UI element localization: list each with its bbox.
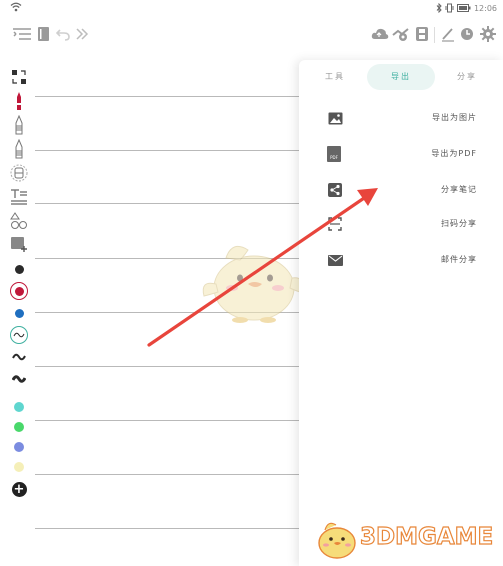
color-swatch [14,286,24,296]
scan-share-item[interactable]: 扫码分享 [299,210,503,240]
selected-ring [10,282,28,300]
export-panel: 工具 导出 分享 导出为图片 PDF 导出为PDF 分享笔记 扫码分享 邮件分享 [299,60,503,566]
notebook-icon[interactable] [34,24,54,44]
color-black-1[interactable] [8,258,30,280]
text-icon[interactable] [8,186,30,208]
add-label: + [13,481,25,497]
color-swatch [14,422,24,432]
panel-tabs: 工具 导出 分享 [299,60,503,92]
toolbar-divider [434,27,435,43]
email-share-item[interactable]: 邮件分享 [299,246,503,276]
menu-item-label: 扫码分享 [441,219,477,228]
tab-tools[interactable]: 工具 [303,60,367,92]
mail-icon [327,252,343,268]
color-green[interactable] [8,416,30,438]
history-icon[interactable] [457,24,477,44]
status-bar: 12:06 [0,0,503,16]
stroke-thin-icon[interactable] [8,324,30,346]
page-line [35,150,299,151]
fountain-pen-icon[interactable] [8,138,30,160]
bluetooth-icon [436,3,442,13]
share-note-item[interactable]: 分享笔记 [299,176,503,206]
color-blue[interactable] [8,302,30,324]
pdf-icon: PDF [327,146,341,162]
watermark-mascot-icon [318,522,356,559]
pen-icon[interactable] [438,24,458,44]
marker-pen-icon[interactable] [8,90,30,112]
battery-icon [456,4,471,12]
pdf-icon-text: PDF [330,154,338,160]
add-icon: + [11,481,27,497]
gear-icon[interactable] [478,24,498,44]
menu-item-label: 导出为图片 [432,113,477,122]
share-icon [327,182,343,198]
vibrate-icon [445,3,454,13]
color-swatch [14,402,24,412]
page-line [35,203,299,204]
color-cream[interactable] [8,456,30,478]
qr-scan-icon [327,216,343,232]
image-icon [327,110,343,126]
status-time: 12:06 [473,3,497,13]
menu-item-label: 邮件分享 [441,255,477,264]
color-crimson[interactable] [8,280,30,302]
lasso-icon[interactable] [8,66,30,88]
selected-ring [10,326,28,344]
watermark-text: 3DMGAME [359,523,494,550]
menu-item-label: 分享笔记 [441,185,477,194]
expand-icon[interactable] [72,24,92,44]
export-as-pdf-item[interactable]: PDF 导出为PDF [299,140,503,170]
undo-icon[interactable] [53,24,73,44]
image-insert-icon[interactable] [8,234,30,256]
color-teal[interactable] [8,396,30,418]
page-line [35,528,299,529]
top-toolbar [0,16,503,54]
color-swatch [14,462,24,472]
page-line [35,420,299,421]
pencil-icon[interactable] [8,114,30,136]
color-periwinkle[interactable] [8,436,30,458]
wifi-icon [10,2,22,12]
eraser-icon[interactable] [8,162,30,184]
export-as-image-item[interactable]: 导出为图片 [299,104,503,134]
page-line [35,366,299,367]
mascot-illustration [202,245,303,323]
stroke-medium-icon[interactable] [8,346,30,368]
save-icon[interactable] [412,24,432,44]
tab-share[interactable]: 分享 [435,60,499,92]
color-swatch [14,442,24,452]
color-swatch [14,264,24,274]
shapes-icon[interactable] [8,210,30,232]
settings-share-icon[interactable] [391,24,411,44]
status-indicators: 12:06 [436,2,497,14]
tool-column: + [0,58,38,508]
add-color-button[interactable]: + [8,478,30,500]
stroke-thick-icon[interactable] [8,368,30,390]
watermark-logo: 3DMGAME [308,514,500,562]
toc-icon[interactable] [12,24,32,44]
cloud-sync-icon[interactable] [370,24,390,44]
color-swatch [14,308,24,318]
menu-item-label: 导出为PDF [431,149,477,158]
page-line [35,96,299,97]
page-line [35,474,299,475]
tab-export[interactable]: 导出 [369,60,433,92]
